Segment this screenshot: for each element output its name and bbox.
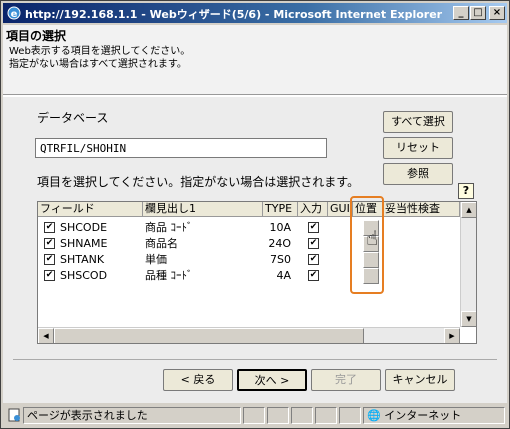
close-button[interactable]: ×	[489, 6, 505, 20]
status-segment	[291, 407, 313, 424]
type-cell: 7S0	[270, 253, 291, 266]
field-grid: フィールド 欄見出し1 TYPE 入力 GUI 位置 妥当性検査 ✔ SHCOD…	[37, 201, 477, 344]
status-bar: ページが表示されました 🌐 インターネット	[3, 405, 507, 426]
input-checkbox[interactable]: ✔	[308, 270, 319, 281]
page-content: 項目の選択 Web表示する項目を選択してください。 指定がない場合はすべて選択さ…	[3, 25, 507, 403]
table-row: ✔ SHTANK 単価 7S0 ✔	[38, 252, 460, 268]
field-cell: SHTANK	[60, 253, 105, 266]
grid-header: フィールド 欄見出し1 TYPE 入力 GUI 位置 妥当性検査	[38, 202, 460, 217]
cancel-button[interactable]: キャンセル	[385, 369, 455, 391]
divider	[13, 359, 497, 360]
hand-cursor-icon: ☝	[366, 226, 379, 250]
table-row: ✔ SHCODE 商品 ｺｰﾄﾞ 10A ✔	[38, 220, 460, 236]
maximize-button[interactable]: □	[470, 6, 486, 20]
globe-icon: 🌐	[367, 409, 381, 422]
scroll-right-icon[interactable]: ▶	[444, 328, 460, 343]
page-header: 項目の選択 Web表示する項目を選択してください。 指定がない場合はすべて選択さ…	[3, 25, 507, 95]
description-line-2: 指定がない場合はすべて選択されます。	[9, 59, 187, 70]
scroll-up-icon[interactable]: ▲	[461, 202, 476, 218]
ie-icon: e	[7, 6, 21, 20]
heading-cell: 単価	[145, 253, 167, 266]
database-label: データベース	[37, 111, 109, 125]
heading-cell: 商品 ｺｰﾄﾞ	[145, 221, 193, 234]
status-segment	[243, 407, 265, 424]
input-checkbox[interactable]: ✔	[308, 254, 319, 265]
reset-button[interactable]: リセット	[383, 137, 453, 159]
page-title: 項目の選択	[6, 29, 67, 43]
status-segment	[339, 407, 361, 424]
scroll-down-icon[interactable]: ▼	[461, 311, 476, 327]
column-header-heading[interactable]: 欄見出し1	[143, 202, 263, 217]
zone-indicator: 🌐 インターネット	[363, 407, 505, 424]
form-area: データベース 項目を選択してください。指定がない場合は選択されます。 すべて選択…	[3, 97, 507, 403]
column-header-type[interactable]: TYPE	[263, 202, 298, 217]
type-cell: 24O	[268, 237, 291, 250]
zone-label: インターネット	[384, 409, 462, 422]
input-checkbox[interactable]: ✔	[308, 222, 319, 233]
help-icon[interactable]: ?	[458, 183, 474, 199]
column-header-input[interactable]: 入力	[298, 202, 328, 217]
back-button[interactable]: < 戻る	[163, 369, 233, 391]
field-cell: SHCODE	[60, 221, 108, 234]
input-checkbox[interactable]: ✔	[308, 238, 319, 249]
browse-button[interactable]: 参照	[383, 163, 453, 185]
instruction-text: 項目を選択してください。指定がない場合は選択されます。	[37, 175, 360, 189]
page-description: Web表示する項目を選択してください。 指定がない場合はすべて選択されます。	[9, 45, 190, 71]
status-text: ページが表示されました	[23, 407, 241, 424]
row-checkbox[interactable]: ✔	[44, 254, 55, 265]
status-segment	[267, 407, 289, 424]
scroll-thumb[interactable]	[54, 328, 364, 343]
description-line-1: Web表示する項目を選択してください。	[9, 46, 191, 57]
row-checkbox[interactable]: ✔	[44, 270, 55, 281]
table-row: ✔ SHNAME 商品名 24O ✔	[38, 236, 460, 252]
page-icon	[8, 408, 20, 422]
row-checkbox[interactable]: ✔	[44, 222, 55, 233]
database-input[interactable]	[35, 138, 327, 158]
heading-cell: 商品名	[145, 237, 178, 250]
browser-window: e http://192.168.1.1 - Webウィザード(5/6) - M…	[0, 0, 510, 429]
select-all-button[interactable]: すべて選択	[383, 111, 453, 133]
finish-button[interactable]: 完了	[311, 369, 381, 391]
horizontal-scrollbar[interactable]: ◀ ▶	[38, 327, 460, 343]
column-header-field[interactable]: フィールド	[38, 202, 143, 217]
svg-text:e: e	[11, 9, 18, 20]
field-cell: SHSCOD	[60, 269, 108, 282]
type-cell: 10A	[269, 221, 291, 234]
window-title: http://192.168.1.1 - Webウィザード(5/6) - Mic…	[25, 8, 443, 21]
vertical-scrollbar[interactable]: ▲ ▼	[460, 202, 476, 327]
status-segment	[315, 407, 337, 424]
field-cell: SHNAME	[60, 237, 108, 250]
table-row: ✔ SHSCOD 品種 ｺｰﾄﾞ 4A ✔	[38, 268, 460, 284]
heading-cell: 品種 ｺｰﾄﾞ	[145, 269, 193, 282]
row-checkbox[interactable]: ✔	[44, 238, 55, 249]
scroll-left-icon[interactable]: ◀	[38, 328, 54, 343]
minimize-button[interactable]: _	[453, 6, 469, 20]
column-header-validation[interactable]: 妥当性検査	[383, 202, 460, 217]
title-bar: e http://192.168.1.1 - Webウィザード(5/6) - M…	[3, 3, 507, 23]
type-cell: 4A	[276, 269, 291, 282]
next-button[interactable]: 次へ >	[237, 369, 307, 391]
